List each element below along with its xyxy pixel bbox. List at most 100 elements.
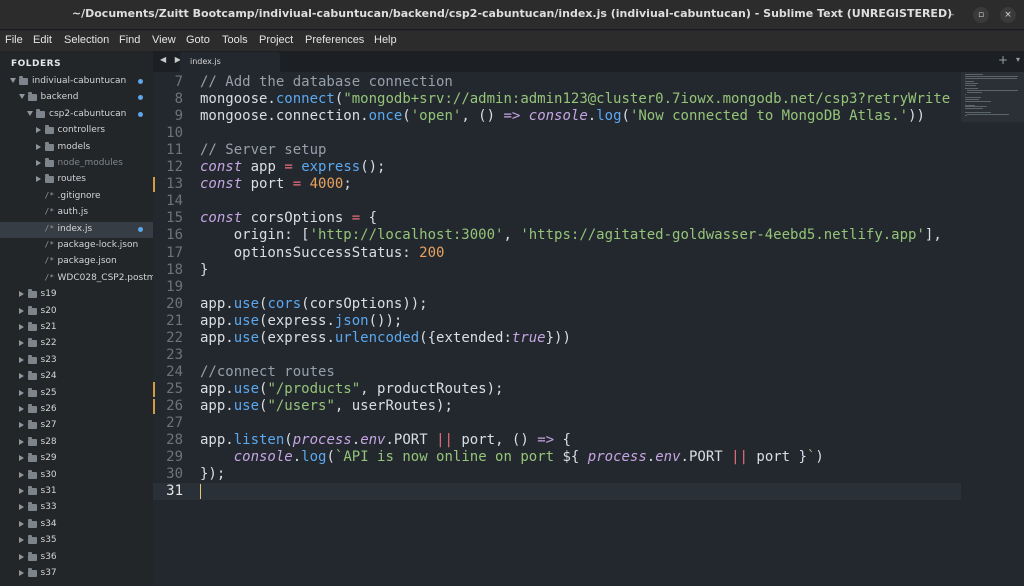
folder-item[interactable]: s23 (0, 353, 153, 369)
menu-preferences[interactable]: Preferences (305, 34, 364, 46)
chevron-right-icon[interactable] (35, 143, 41, 150)
chevron-down-icon[interactable] (18, 94, 25, 100)
code-line[interactable]: 11 // Server setup (153, 142, 961, 159)
folder-item[interactable]: s19 (0, 287, 153, 303)
folder-item[interactable]: s36 (0, 550, 153, 566)
chevron-right-icon[interactable] (18, 455, 24, 462)
code-line[interactable]: 8 mongoose.connect("mongodb+srv://admin:a… (153, 91, 961, 108)
chevron-right-icon[interactable] (18, 570, 24, 576)
folder-item[interactable]: s30 (0, 468, 153, 484)
folder-item[interactable]: s29 (0, 451, 153, 467)
code-line[interactable]: 15 const corsOptions = { (153, 210, 961, 227)
code-line[interactable]: 12 const app = express(); (153, 159, 961, 176)
file-item[interactable]: /* .gitignore (0, 189, 153, 205)
chevron-right-icon[interactable] (18, 471, 24, 478)
file-item[interactable]: /* package-lock.json (0, 238, 153, 254)
chevron-right-icon[interactable] (35, 176, 41, 183)
code-line[interactable]: 31 (153, 483, 961, 501)
folder-item[interactable]: models (0, 140, 153, 156)
code-line[interactable]: 29 console.log(`API is now online on por… (153, 449, 961, 466)
code-line[interactable]: 20 app.use(cors(corsOptions)); (153, 296, 961, 313)
folder-item[interactable]: routes (0, 172, 153, 188)
code-line[interactable]: 13 const port = 4000; (153, 176, 961, 193)
code-line[interactable]: 26 app.use("/users", userRoutes); (153, 398, 961, 415)
code-line[interactable]: 27 (153, 415, 961, 432)
new-tab-icon[interactable]: + (998, 53, 1008, 67)
menu-tools[interactable]: Tools (222, 34, 248, 46)
code-line[interactable]: 14 (153, 193, 961, 210)
chevron-right-icon[interactable] (18, 537, 24, 544)
menu-file[interactable]: File (5, 34, 23, 46)
file-item[interactable]: /* index.js (0, 221, 153, 238)
code-line[interactable]: 21 app.use(express.json()); (153, 313, 961, 330)
minimap-line (965, 101, 992, 102)
chevron-right-icon[interactable] (18, 422, 24, 429)
code-editor[interactable]: 7 // Add the database connection 8 mongoose… (153, 72, 961, 586)
code-line[interactable]: 30}); (153, 466, 961, 483)
file-item[interactable]: /* auth.js (0, 205, 153, 221)
folder-item[interactable]: s33 (0, 500, 153, 516)
folder-item[interactable]: s20 (0, 304, 153, 320)
tab-menu-icon[interactable]: ▾ (1016, 55, 1020, 64)
chevron-down-icon[interactable] (27, 110, 33, 116)
folder-item[interactable]: s22 (0, 336, 153, 352)
code-line[interactable]: 18} (153, 262, 961, 279)
menu-selection[interactable]: Selection (64, 34, 109, 46)
chevron-right-icon[interactable] (18, 553, 24, 560)
minimize-button[interactable]: – (944, 7, 960, 23)
tab-index-js[interactable]: index.js (180, 52, 280, 72)
chevron-right-icon[interactable] (35, 127, 41, 134)
chevron-down-icon[interactable] (10, 78, 16, 83)
file-item[interactable]: /* WDC028_CSP2.postm (0, 271, 154, 287)
chevron-right-icon[interactable] (18, 307, 24, 314)
chevron-right-icon[interactable] (18, 356, 24, 363)
folder-item[interactable]: s25 (0, 386, 153, 402)
menu-goto[interactable]: Goto (186, 34, 210, 46)
menu-view[interactable]: View (152, 34, 176, 46)
chevron-right-icon[interactable] (18, 373, 24, 380)
folder-item[interactable]: s37 (0, 566, 153, 582)
folder-item[interactable]: indiviual-cabuntucan (0, 74, 153, 90)
menu-find[interactable]: Find (119, 34, 140, 46)
folder-item[interactable]: s26 (0, 402, 153, 418)
chevron-right-icon[interactable] (18, 438, 24, 445)
folder-item[interactable]: s21 (0, 320, 153, 336)
folder-item[interactable]: csp2-cabuntucan (0, 107, 153, 123)
close-button[interactable]: × (1000, 7, 1016, 23)
chevron-right-icon[interactable] (35, 160, 41, 166)
maximize-button[interactable]: ▫ (973, 7, 989, 23)
menu-edit[interactable]: Edit (33, 34, 52, 46)
code-line[interactable]: 23 (153, 347, 961, 364)
code-line[interactable]: 22 app.use(express.urlencoded({extended:t… (153, 330, 961, 347)
folder-item[interactable]: s34 (0, 517, 153, 533)
code-line[interactable]: 7 // Add the database connection (153, 74, 961, 91)
folder-item[interactable]: controllers (0, 123, 153, 139)
chevron-right-icon[interactable] (18, 488, 24, 494)
chevron-right-icon[interactable] (18, 520, 24, 527)
menu-project[interactable]: Project (259, 34, 293, 46)
minimap[interactable] (961, 72, 1024, 586)
chevron-right-icon[interactable] (18, 340, 24, 347)
chevron-right-icon[interactable] (18, 324, 24, 330)
code-line[interactable]: 19 (153, 279, 961, 296)
menu-help[interactable]: Help (374, 34, 397, 46)
folder-item[interactable]: s28 (0, 435, 153, 451)
folder-item[interactable]: node_modules (0, 156, 153, 172)
code-line[interactable]: 25 app.use("/products", productRoutes); (153, 381, 961, 398)
code-line[interactable]: 10 (153, 125, 961, 142)
folder-item[interactable]: s31 (0, 484, 153, 500)
folder-item[interactable]: s27 (0, 418, 153, 434)
file-item[interactable]: /* package.json (0, 254, 153, 270)
code-line[interactable]: 28 app.listen(process.env.PORT || port, (… (153, 432, 961, 449)
chevron-right-icon[interactable] (18, 504, 24, 511)
folder-item[interactable]: s35 (0, 533, 153, 549)
code-line[interactable]: 16 origin: ['http://localhost:3000', 'ht… (153, 227, 961, 244)
folder-item[interactable]: s24 (0, 369, 153, 385)
folder-item[interactable]: backend (0, 90, 153, 106)
chevron-right-icon[interactable] (18, 291, 24, 298)
chevron-right-icon[interactable] (18, 406, 24, 412)
chevron-right-icon[interactable] (18, 389, 24, 396)
code-line[interactable]: 17 optionsSuccessStatus: 200 (153, 245, 961, 262)
code-line[interactable]: 9 mongoose.connection.once('open', () => … (153, 108, 961, 125)
code-line[interactable]: 24 //connect routes (153, 364, 961, 381)
